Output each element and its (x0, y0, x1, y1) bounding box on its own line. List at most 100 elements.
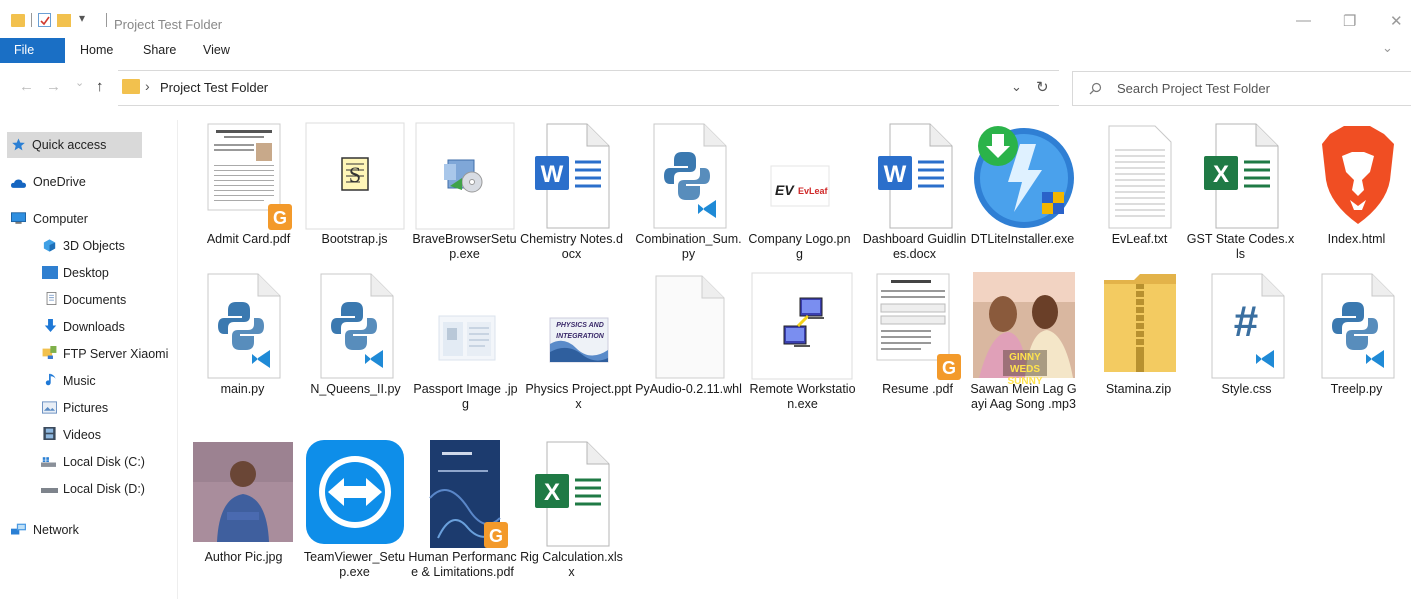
file-name: Author Pic.jpg (204, 550, 283, 564)
sidebar-item-desktop[interactable]: Desktop (8, 261, 173, 285)
file-item-gst-state-codes-xls[interactable]: X GST State Codes.xls (1186, 120, 1295, 270)
file-item-index-html[interactable]: Index.html (1302, 120, 1411, 270)
address-dropdown-icon[interactable]: ⌄ (1011, 79, 1022, 95)
file-name: BraveBrowserSetup.exe (412, 232, 517, 261)
sidebar-item-computer[interactable]: Computer (8, 207, 173, 231)
file-item-admit-card-pdf[interactable]: G Admit Card.pdf (194, 120, 303, 270)
file-name: Stamina.zip (1105, 382, 1172, 396)
file-name: EvLeaf.txt (1111, 232, 1168, 246)
sidebar-item-pictures[interactable]: Pictures (8, 396, 173, 420)
svg-text:W: W (884, 161, 907, 188)
sidebar-item-ftp-server-xiaomi[interactable]: FTP Server Xiaomi (8, 342, 173, 366)
sidebar-item-3d-objects[interactable]: 3D Objects (8, 234, 173, 258)
file-name: Remote Workstation.exe (749, 382, 856, 411)
file-name: Company Logo.png (748, 232, 851, 261)
sidebar-item-local-disk-d[interactable]: Local Disk (D:) (8, 477, 173, 501)
sidebar-item-music[interactable]: Music (8, 369, 173, 393)
document-icon (46, 292, 57, 305)
up-arrow-icon[interactable]: ↑ (96, 78, 104, 95)
pdf-document-icon: G (876, 273, 961, 380)
file-item-bootstrap-js[interactable]: S Bootstrap.js (300, 120, 409, 270)
window-title: Project Test Folder (114, 17, 223, 32)
css-file-icon: # (1211, 273, 1285, 379)
file-item-physics-project-pptx[interactable]: PHYSICS AND INTEGRATION Physics Project.… (524, 270, 633, 420)
file-item-author-pic-jpg[interactable]: Author Pic.jpg (189, 438, 298, 588)
back-arrow-icon[interactable]: ← (19, 78, 34, 95)
sidebar-item-local-disk-c[interactable]: Local Disk (C:) (8, 450, 173, 474)
script-file-icon: S (305, 122, 405, 230)
file-item-chemistry-notes-docx[interactable]: W Chemistry Notes.docx (517, 120, 626, 270)
file-item-company-logo-png[interactable]: EV EvLeaf Company Logo.png (745, 120, 854, 270)
sidebar-item-videos[interactable]: Videos (8, 423, 173, 447)
file-item-human-performance-pdf[interactable]: G Human Performance & Limitations.pdf (408, 438, 517, 588)
close-icon[interactable]: ✕ (1390, 12, 1403, 30)
file-name: Admit Card.pdf (206, 232, 291, 246)
address-bar[interactable]: › Project Test Folder ⌄ ↻ (118, 70, 1059, 106)
file-item-pyaudio-whl[interactable]: PyAudio-0.2.11.whl (634, 270, 743, 420)
desktop-icon (42, 266, 58, 279)
file-name: Human Performance & Limitations.pdf (408, 550, 517, 579)
file-item-combination-sum-py[interactable]: Combination_Sum.py (634, 120, 743, 270)
installer-icon (415, 122, 515, 230)
search-input[interactable] (1117, 81, 1397, 96)
python-file-icon (320, 273, 394, 379)
sidebar-item-label: Documents (63, 293, 127, 307)
sidebar-item-label: Music (63, 374, 96, 388)
file-item-style-css[interactable]: # Style.css (1192, 270, 1301, 420)
file-item-resume-pdf[interactable]: G Resume .pdf (863, 270, 972, 420)
file-item-main-py[interactable]: main.py (188, 270, 297, 420)
file-name: GST State Codes.xls (1186, 232, 1295, 261)
sidebar-item-quick-access[interactable]: Quick access (7, 132, 142, 158)
svg-text:X: X (544, 479, 560, 506)
windows-drive-icon (41, 457, 56, 467)
new-folder-icon[interactable] (57, 14, 71, 27)
customize-quick-access-icon[interactable]: ▾ (79, 11, 85, 25)
file-item-passport-image-jpg[interactable]: Passport Image .jpg (411, 270, 520, 420)
file-name: Sawan Mein Lag Gayi Aag Song .mp3 (970, 382, 1077, 411)
tab-share[interactable]: Share (143, 38, 176, 63)
file-item-dtliteinstaller-exe[interactable]: DTLiteInstaller.exe (968, 120, 1077, 270)
file-item-teamviewer-setup-exe[interactable]: TeamViewer_Setup.exe (300, 438, 409, 588)
film-icon (43, 427, 56, 440)
file-item-treelp-py[interactable]: Treelp.py (1302, 270, 1411, 420)
breadcrumb[interactable]: Project Test Folder (160, 80, 268, 95)
refresh-icon[interactable]: ↻ (1036, 78, 1049, 96)
daemon-tools-icon (974, 126, 1074, 228)
sidebar-item-label: Downloads (63, 320, 125, 334)
sidebar-item-onedrive[interactable]: OneDrive (8, 170, 173, 194)
recent-locations-icon[interactable]: ⌄ (75, 76, 84, 89)
svg-text:W: W (541, 161, 564, 188)
file-item-bravebrowsersetup-exe[interactable]: BraveBrowserSetup.exe (410, 120, 519, 270)
file-name: Passport Image .jpg (413, 382, 518, 411)
ribbon-tabs: File Home Share View ⌄ (0, 38, 1411, 64)
file-name: Resume .pdf (882, 382, 953, 396)
file-item-n-queens-ii-py[interactable]: N_Queens_II.py (301, 270, 410, 420)
restore-icon[interactable]: ❐ (1343, 12, 1356, 30)
tab-home[interactable]: Home (80, 38, 113, 63)
file-item-stamina-zip[interactable]: Stamina.zip (1084, 270, 1193, 420)
separator (31, 13, 32, 27)
tab-view[interactable]: View (203, 38, 230, 63)
expand-ribbon-icon[interactable]: ⌄ (1382, 40, 1393, 56)
minimize-icon[interactable]: — (1296, 12, 1311, 29)
file-item-rig-calculation-xlsx[interactable]: X Rig Calculation.xlsx (517, 438, 626, 588)
tab-file[interactable]: File (0, 38, 65, 63)
sidebar-item-downloads[interactable]: Downloads (8, 315, 173, 339)
file-name: Bootstrap.js (321, 232, 388, 246)
network-icon (11, 523, 26, 535)
file-name: Index.html (1327, 232, 1386, 246)
sidebar-item-label: OneDrive (33, 175, 86, 189)
search-box[interactable] (1072, 71, 1411, 106)
properties-checkbox-icon[interactable] (38, 13, 51, 27)
file-item-evleaf-txt[interactable]: EvLeaf.txt (1085, 120, 1194, 270)
file-item-remote-workstation-exe[interactable]: Remote Workstation.exe (748, 270, 857, 420)
sidebar-item-label: FTP Server Xiaomi (63, 347, 169, 361)
sidebar-item-label: Computer (33, 212, 88, 226)
forward-arrow-icon[interactable]: → (46, 78, 61, 95)
file-item-sawan-mein-lag-gayi-aag-mp3[interactable]: GINNY WEDS SUNNY Sawan Mein Lag Gayi Aag… (969, 270, 1078, 420)
svg-text:G: G (942, 358, 956, 378)
sidebar-item-network[interactable]: Network (8, 518, 173, 542)
sidebar-item-documents[interactable]: Documents (8, 288, 173, 312)
file-item-dashboard-guidlines-docx[interactable]: W Dashboard Guidlines.docx (860, 120, 969, 270)
sidebar-item-label: Local Disk (D:) (63, 482, 145, 496)
